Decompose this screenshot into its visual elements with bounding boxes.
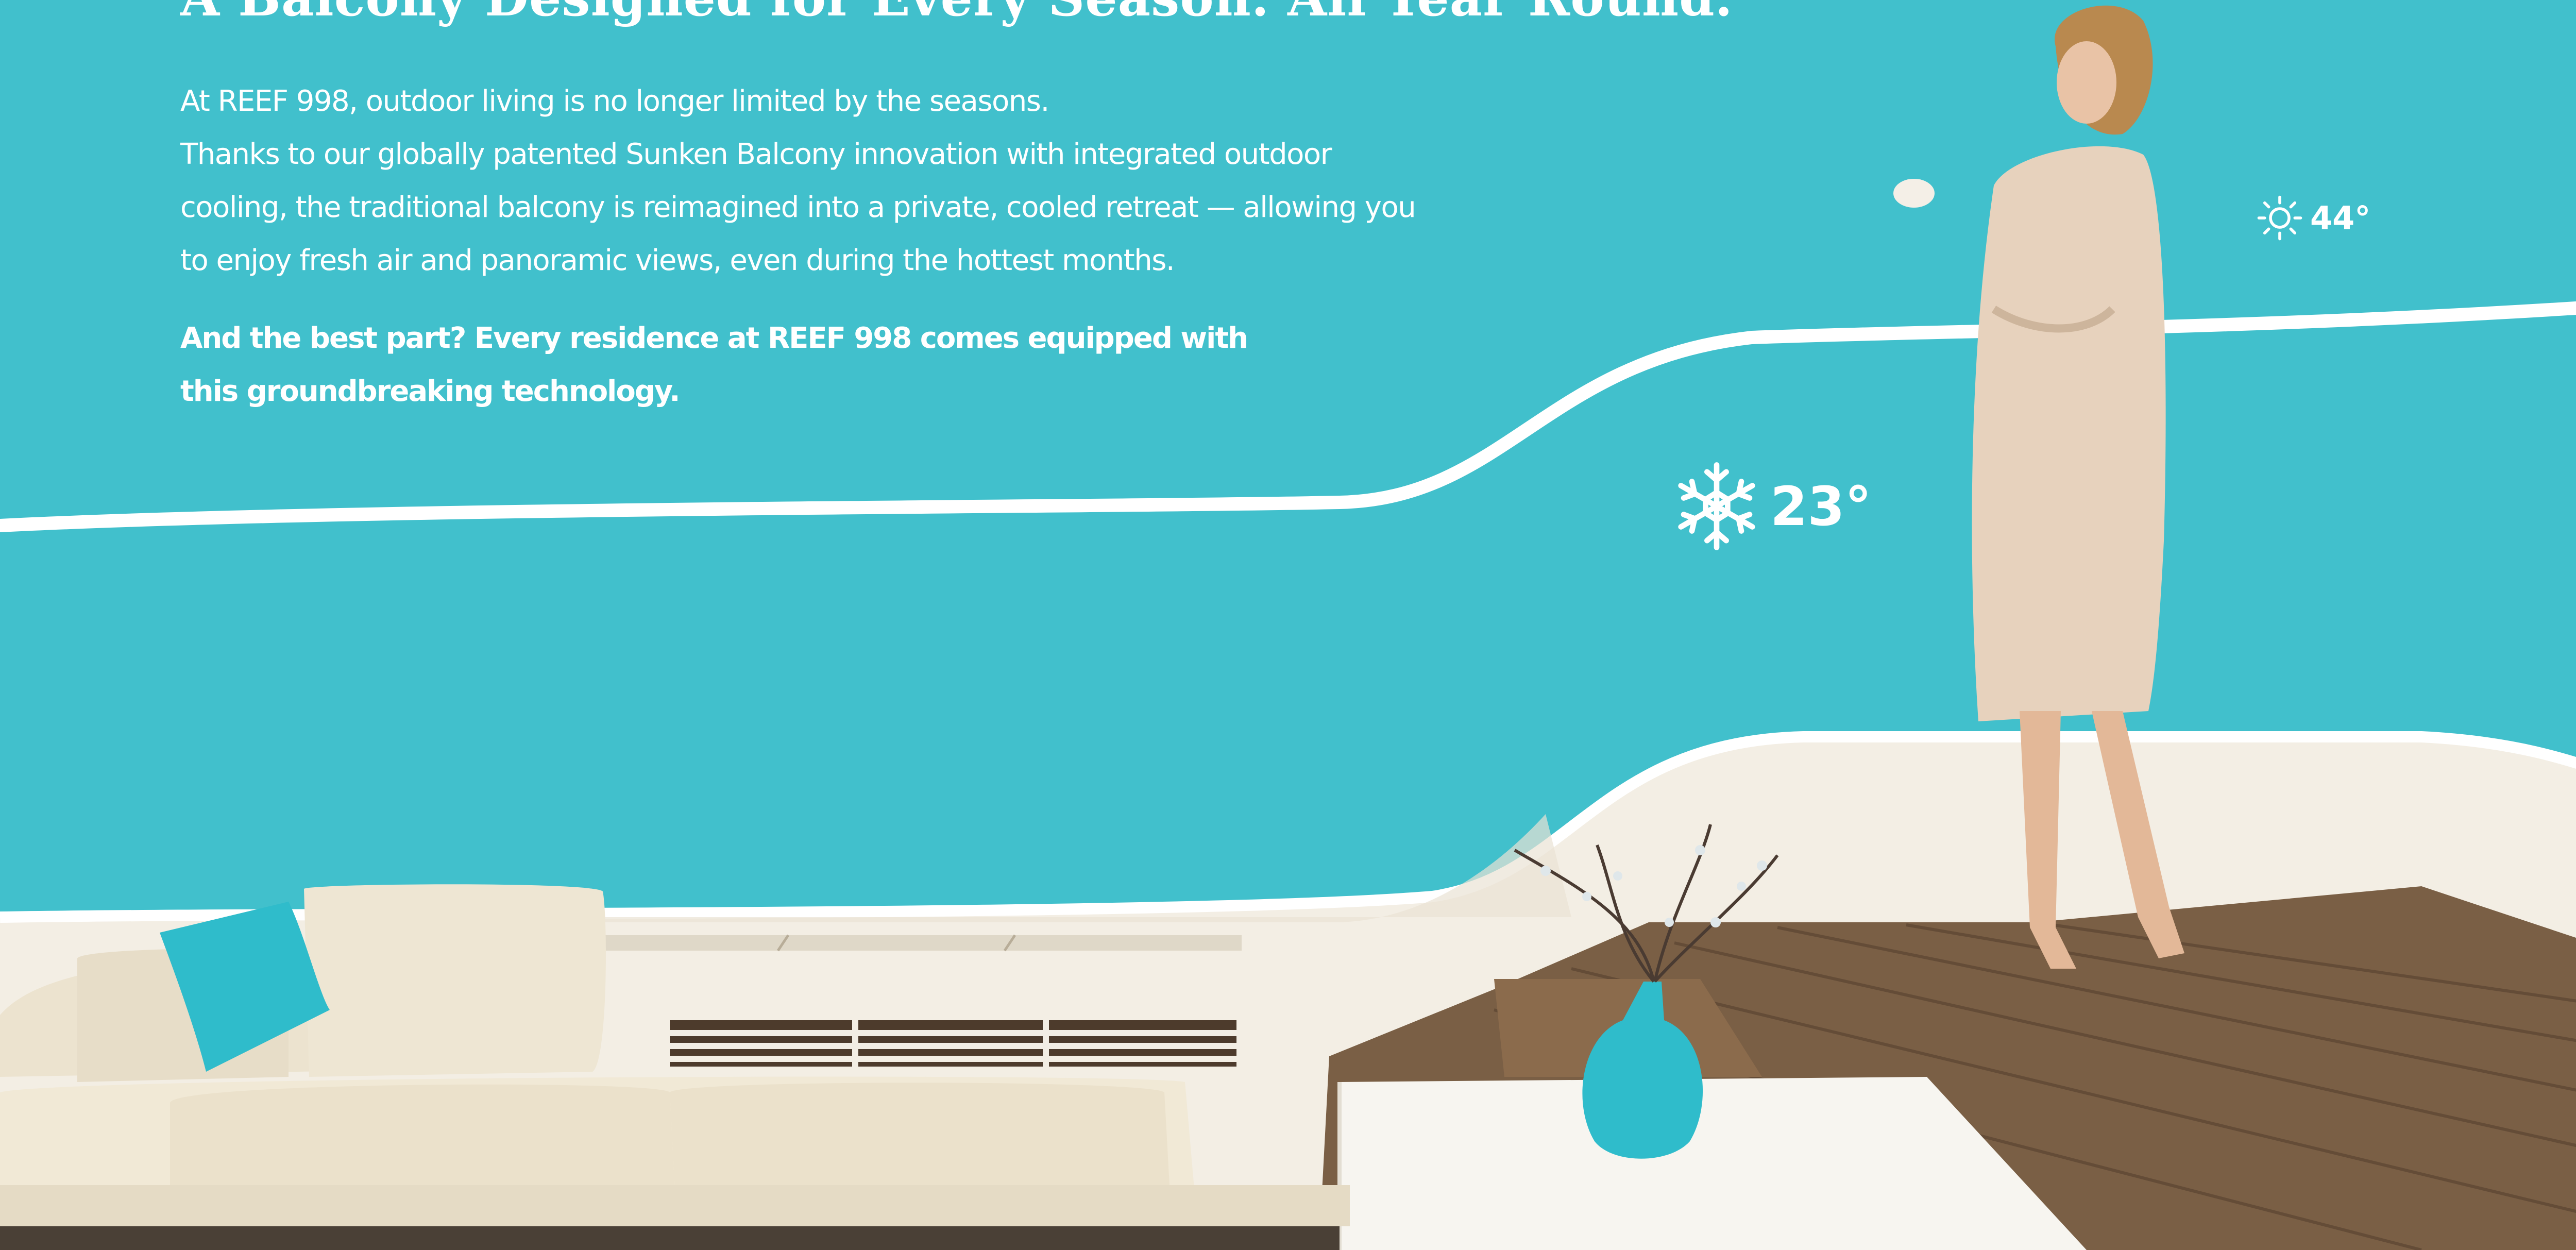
balcony-scene-illustration (0, 5, 2576, 1250)
snowflake-icon (1678, 462, 1755, 550)
outside-temperature-value: 44° (2310, 199, 2371, 237)
temperature-divider-line (0, 301, 2576, 532)
balcony-feature-section: A Balcony Designed for Every Season. All… (0, 0, 2576, 1250)
outside-temperature-badge: 44° (2257, 195, 2370, 241)
balcony-temperature-value: 23° (1770, 475, 1872, 538)
balcony-temperature-badge: 23° (1675, 461, 1872, 551)
sun-icon (2257, 195, 2302, 241)
